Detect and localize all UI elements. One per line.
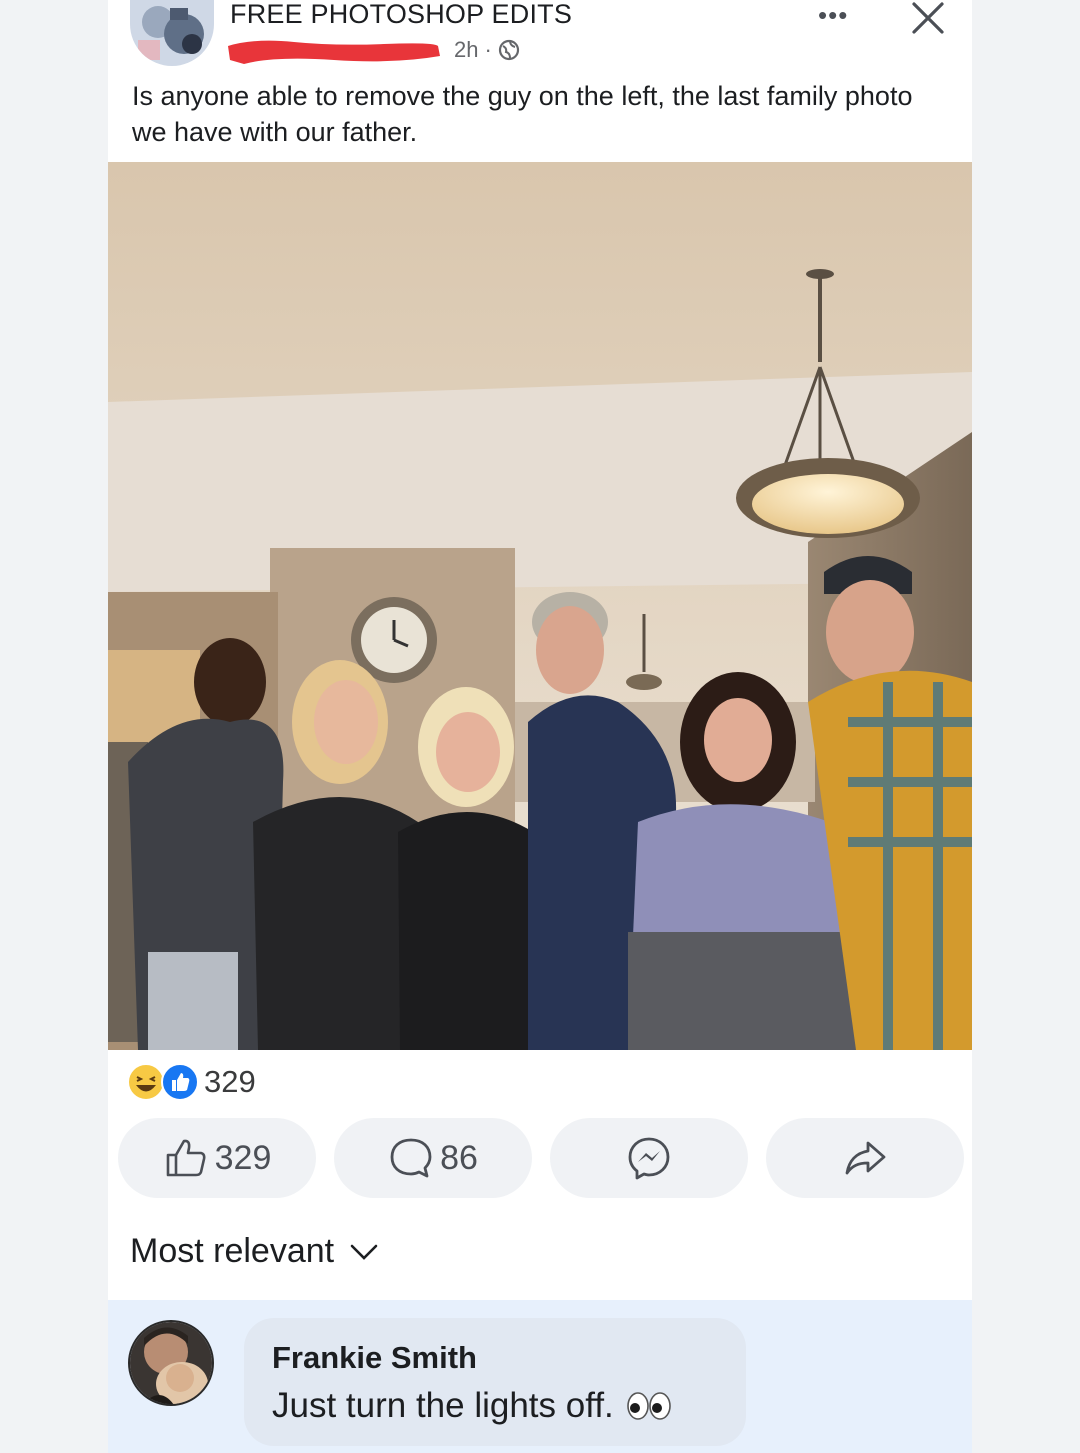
share-icon	[845, 1141, 886, 1175]
comment-text: Just turn the lights off.	[272, 1386, 614, 1425]
group-avatar[interactable]	[130, 0, 214, 66]
eyes-icon	[626, 1392, 671, 1420]
comment-text-line: Just turn the lights off.	[272, 1386, 672, 1426]
post-text: Is anyone able to remove the guy on the …	[132, 81, 913, 147]
redacted-author-name	[228, 40, 440, 64]
sort-label: Most relevant	[130, 1232, 335, 1270]
comment-author[interactable]: Frankie Smith	[272, 1340, 477, 1376]
comment-count: 86	[440, 1138, 478, 1177]
comment-bubble: Frankie Smith Just turn the lights off.	[244, 1318, 746, 1446]
comment-item: Frankie Smith Just turn the lights off.	[108, 1300, 972, 1453]
share-button[interactable]	[766, 1118, 964, 1198]
reaction-count: 329	[204, 1064, 256, 1099]
post-meta: 2h ·	[454, 37, 520, 63]
more-icon[interactable]: •••	[818, 2, 848, 28]
like-count: 329	[214, 1138, 272, 1177]
commenter-avatar[interactable]	[128, 1320, 214, 1406]
like-button[interactable]: 329	[118, 1118, 316, 1198]
chevron-down-icon	[350, 1244, 378, 1260]
post-time[interactable]: 2h	[454, 37, 478, 63]
post-card: FREE PHOTOSHOP EDITS 2h · ••• Is anyone …	[108, 0, 972, 1453]
comment-button[interactable]: 86	[334, 1118, 532, 1198]
comment-icon	[390, 1138, 432, 1178]
reaction-icons	[126, 1060, 202, 1104]
globe-icon	[498, 39, 519, 61]
group-name[interactable]: FREE PHOTOSHOP EDITS	[230, 0, 572, 28]
reactions-summary[interactable]: 329	[126, 1060, 256, 1104]
thumbs-up-icon	[166, 1139, 206, 1177]
close-icon[interactable]	[908, 0, 948, 36]
like-icon	[161, 1063, 199, 1101]
comment-sort-dropdown[interactable]: Most relevant	[130, 1232, 380, 1271]
messenger-button[interactable]	[550, 1118, 748, 1198]
post-photo[interactable]	[108, 162, 972, 1050]
messenger-icon	[628, 1137, 670, 1180]
meta-separator: ·	[484, 37, 492, 62]
